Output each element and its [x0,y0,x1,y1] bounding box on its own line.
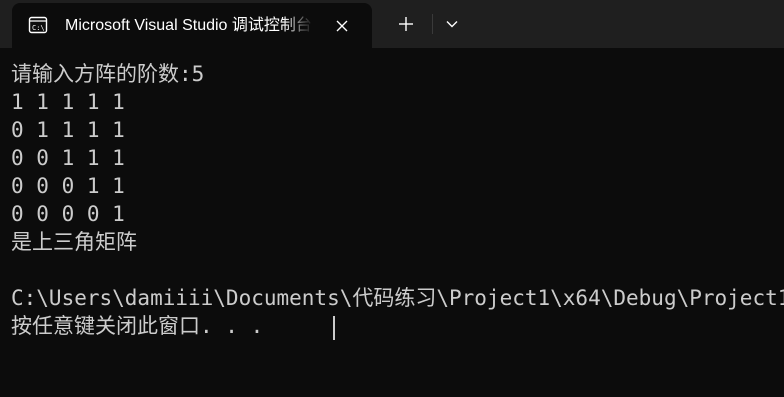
tab-title: Microsoft Visual Studio 调试控制台 [65,17,312,34]
console-line: 0 1 1 1 1 [11,118,125,142]
svg-text:C:\: C:\ [32,24,45,32]
console-line: 0 0 1 1 1 [11,146,125,170]
close-tab-button[interactable] [330,14,354,38]
plus-icon [399,17,413,31]
console-icon: C:\ [28,16,48,34]
console-line: 请输入方阵的阶数:5 [11,62,205,86]
console-line: C:\Users\damiiii\Documents\代码练习\Project1… [11,286,784,310]
terminal-window: C:\ Microsoft Visual Studio 调试控制台 请输入方阵的… [0,0,784,397]
console-line: 按任意键关闭此窗口. . . [11,314,264,338]
console-line: 0 0 0 1 1 [11,174,125,198]
titlebar-divider [432,14,433,34]
console-line: 0 0 0 0 1 [11,202,125,226]
tab-debug-console[interactable]: C:\ Microsoft Visual Studio 调试控制台 [12,3,372,48]
chevron-down-icon [446,21,458,28]
title-bar: C:\ Microsoft Visual Studio 调试控制台 [0,0,784,48]
tab-dropdown-button[interactable] [440,12,464,36]
console-output[interactable]: 请输入方阵的阶数:5 1 1 1 1 1 0 1 1 1 1 0 0 1 1 1… [0,48,784,397]
text-cursor [333,316,335,340]
new-tab-button[interactable] [394,12,418,36]
close-icon [336,20,348,32]
console-line: 1 1 1 1 1 [11,90,125,114]
console-line: 是上三角矩阵 [11,230,137,254]
